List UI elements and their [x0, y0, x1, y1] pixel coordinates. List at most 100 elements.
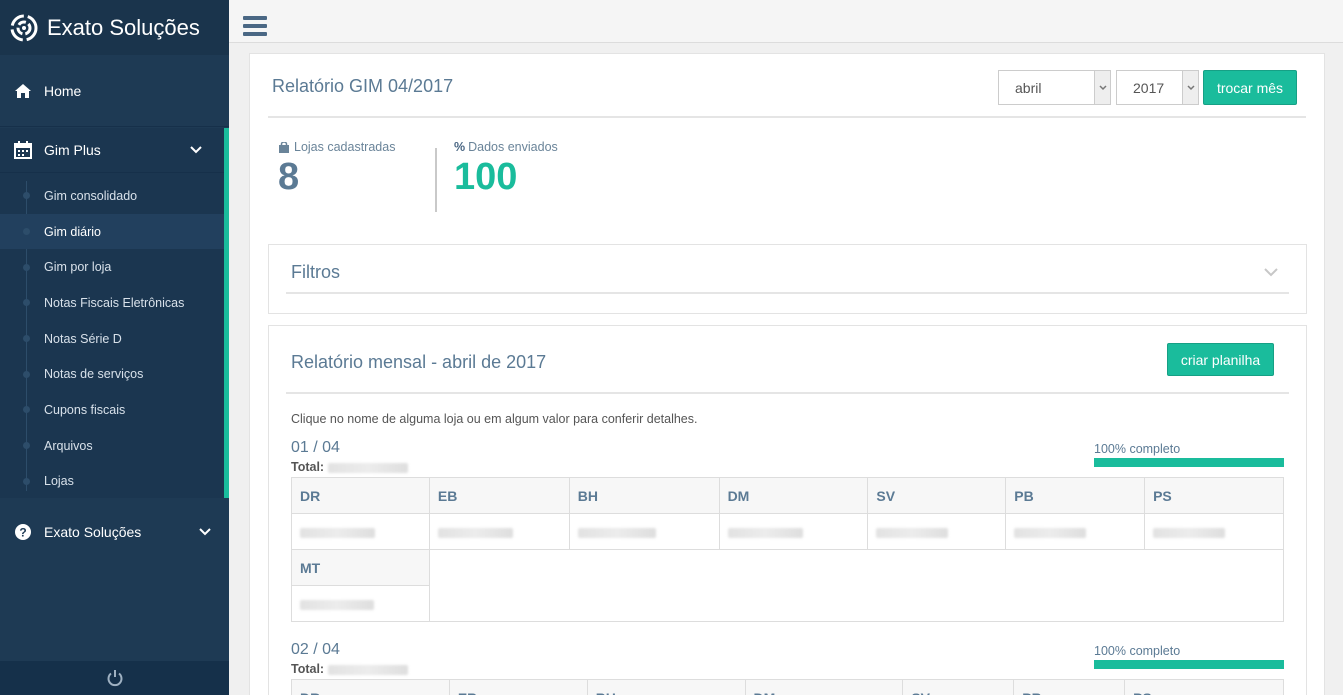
stat-value: 100: [454, 156, 518, 198]
divider: [435, 148, 437, 212]
progress-label: 100% completo: [1094, 442, 1181, 456]
store-header[interactable]: SV: [867, 477, 1007, 514]
total-value-redacted: [327, 462, 408, 473]
store-value[interactable]: [718, 513, 869, 550]
sidebar-sub-item[interactable]: Gim diário: [0, 213, 224, 250]
store-header[interactable]: MT: [291, 549, 430, 586]
stat-label: Dados enviados: [468, 140, 558, 154]
sidebar-item-home[interactable]: Home: [0, 55, 229, 127]
store-value[interactable]: [1005, 513, 1146, 550]
sidebar-item-label: Exato Soluções: [44, 524, 142, 540]
sidebar: Exato Soluções Home Gim Plus Gim consoli…: [0, 0, 229, 695]
divider: [286, 292, 1289, 294]
sidebar-item-label: Home: [44, 82, 82, 99]
store-header[interactable]: DR: [291, 679, 450, 695]
store-header[interactable]: PB: [1005, 477, 1146, 514]
sidebar-sub-item[interactable]: Arquivos: [0, 428, 224, 464]
divider: [268, 116, 1306, 118]
shopping-bag-icon: [279, 141, 289, 153]
store-header[interactable]: EB: [448, 679, 588, 695]
table-row: MT: [291, 549, 1285, 622]
total-label: Total:: [291, 460, 325, 474]
store-value[interactable]: [568, 513, 720, 550]
chevron-down-icon: [199, 528, 211, 536]
day-label: 01 / 04: [291, 439, 340, 456]
percent-icon: %: [454, 140, 466, 154]
sidebar-sub-item[interactable]: Notas Fiscais Eletrônicas: [0, 285, 224, 321]
sidebar-group-header[interactable]: Gim Plus: [0, 128, 224, 173]
help-icon: ?: [14, 523, 32, 541]
store-value[interactable]: [428, 513, 570, 550]
year-select-value: 2017: [1133, 79, 1165, 96]
store-header[interactable]: DM: [718, 477, 869, 514]
store-value[interactable]: [1144, 513, 1284, 550]
month-select[interactable]: abril: [998, 70, 1111, 105]
total-label: Total:: [291, 662, 325, 676]
logout-button[interactable]: [0, 661, 229, 695]
brand-name: Exato Soluções: [47, 14, 200, 40]
brand[interactable]: Exato Soluções: [0, 0, 229, 55]
chevron-down-icon: [1094, 71, 1110, 104]
create-spreadsheet-button[interactable]: criar planilha: [1167, 343, 1274, 376]
store-header[interactable]: BH: [568, 477, 720, 514]
store-header[interactable]: DM: [744, 679, 904, 695]
sidebar-sub-item[interactable]: Gim consolidado: [0, 178, 224, 214]
stat-sent: % Dados enviados 100: [454, 140, 558, 199]
table-row: DR EB BH DM SV PB PS: [291, 679, 1284, 695]
report-panel: Relatório mensal - abril de 2017 criar p…: [268, 325, 1307, 695]
day-table: DR EB BH DM SV PB PS MT: [291, 477, 1285, 622]
chevron-down-icon: [190, 146, 202, 154]
table-row: DR EB BH DM SV PB PS: [291, 477, 1284, 514]
store-value[interactable]: [291, 585, 430, 622]
home-icon: [14, 82, 32, 100]
stat-value: 8: [278, 156, 300, 198]
main-panel: Relatório GIM 04/2017 abril 2017 trocar …: [249, 53, 1325, 695]
store-header[interactable]: PB: [1013, 679, 1126, 695]
month-select-value: abril: [1015, 79, 1042, 96]
store-header[interactable]: BH: [586, 679, 746, 695]
day-label: 02 / 04: [291, 641, 340, 658]
sidebar-group-label: Gim Plus: [44, 142, 101, 158]
total-value-redacted: [327, 664, 408, 675]
sidebar-sub-item[interactable]: Gim por loja: [0, 249, 224, 285]
store-header[interactable]: DR: [291, 477, 430, 514]
menu-toggle-icon[interactable]: [243, 16, 267, 36]
store-header[interactable]: PS: [1124, 679, 1284, 695]
year-select[interactable]: 2017: [1116, 70, 1199, 105]
sidebar-sub-item[interactable]: Cupons fiscais: [0, 392, 224, 428]
sidebar-item-exato[interactable]: ? Exato Soluções: [0, 512, 229, 552]
store-value[interactable]: [291, 513, 430, 550]
filters-title: Filtros: [291, 262, 340, 282]
chevron-down-icon: [1264, 268, 1278, 277]
divider: [286, 392, 1289, 394]
power-icon: [107, 670, 122, 687]
store-header[interactable]: SV: [902, 679, 1015, 695]
store-header[interactable]: PS: [1144, 477, 1284, 514]
change-month-button[interactable]: trocar mês: [1203, 70, 1297, 105]
progress-label: 100% completo: [1094, 644, 1181, 658]
sidebar-sub-list: Gim consolidado Gim diário Gim por loja Not…: [0, 173, 224, 499]
empty-cell: [428, 549, 1285, 622]
sidebar-sub-item[interactable]: Notas Série D: [0, 321, 224, 357]
day-table: DR EB BH DM SV PB PS: [291, 679, 1284, 695]
progress-bar: [1094, 660, 1284, 669]
day-total: Total:: [291, 460, 408, 474]
sidebar-sub-item[interactable]: Lojas: [0, 464, 224, 500]
page-title: Relatório GIM 04/2017: [272, 76, 454, 96]
sidebar-sub-item[interactable]: Notas de serviços: [0, 356, 224, 392]
sidebar-group-gim-plus: Gim Plus Gim consolidado Gim diário Gim po…: [0, 128, 229, 498]
report-title: Relatório mensal - abril de 2017: [291, 352, 547, 372]
top-bar: [229, 0, 1343, 43]
svg-text:?: ?: [19, 526, 26, 540]
filters-panel[interactable]: Filtros: [268, 244, 1307, 314]
table-row: [291, 513, 1284, 550]
day-total: Total:: [291, 662, 408, 676]
report-hint: Clique no nome de alguma loja ou em algu…: [291, 412, 698, 426]
store-value[interactable]: [867, 513, 1007, 550]
logo-icon: [10, 14, 38, 41]
store-header[interactable]: EB: [428, 477, 570, 514]
chevron-down-icon: [1182, 71, 1198, 104]
calendar-icon: [14, 141, 32, 159]
stat-stores: Lojas cadastradas 8: [278, 140, 395, 199]
stat-label: Lojas cadastradas: [294, 140, 396, 154]
